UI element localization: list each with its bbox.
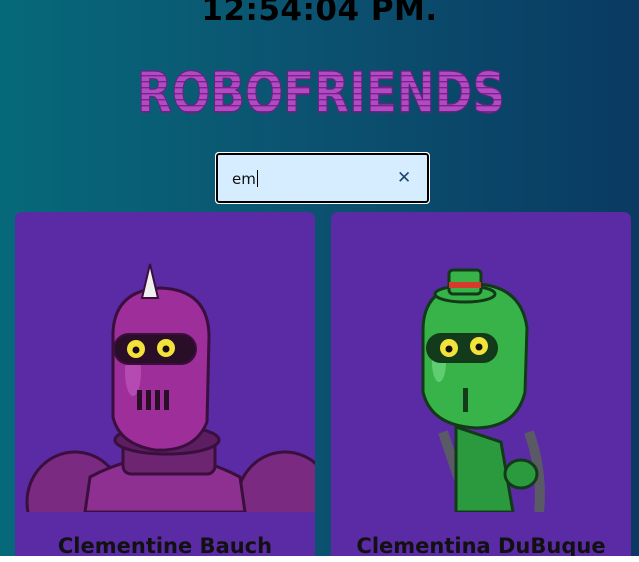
robot-avatar-image (421, 268, 545, 512)
robot-name: Clementina DuBuque (356, 534, 606, 558)
robot-card[interactable]: Clementine Bauch (15, 212, 315, 562)
robot-avatar-image (25, 263, 315, 512)
app-title-text: ROBOFRIENDS (137, 66, 505, 118)
robot-card[interactable]: Clementina DuBuque (331, 212, 631, 562)
robot-name: Clementine Bauch (57, 534, 273, 558)
search-input[interactable]: em (232, 169, 382, 189)
page-bottom-strip (0, 556, 639, 562)
search-value: em (232, 170, 256, 188)
close-icon[interactable]: ✕ (397, 170, 411, 187)
app-title-logo: ROBOFRIENDS (135, 60, 507, 126)
clock-text: 12:54:04 PM. (201, 0, 438, 28)
text-caret (256, 170, 258, 187)
search-field[interactable]: em ✕ (215, 152, 430, 204)
